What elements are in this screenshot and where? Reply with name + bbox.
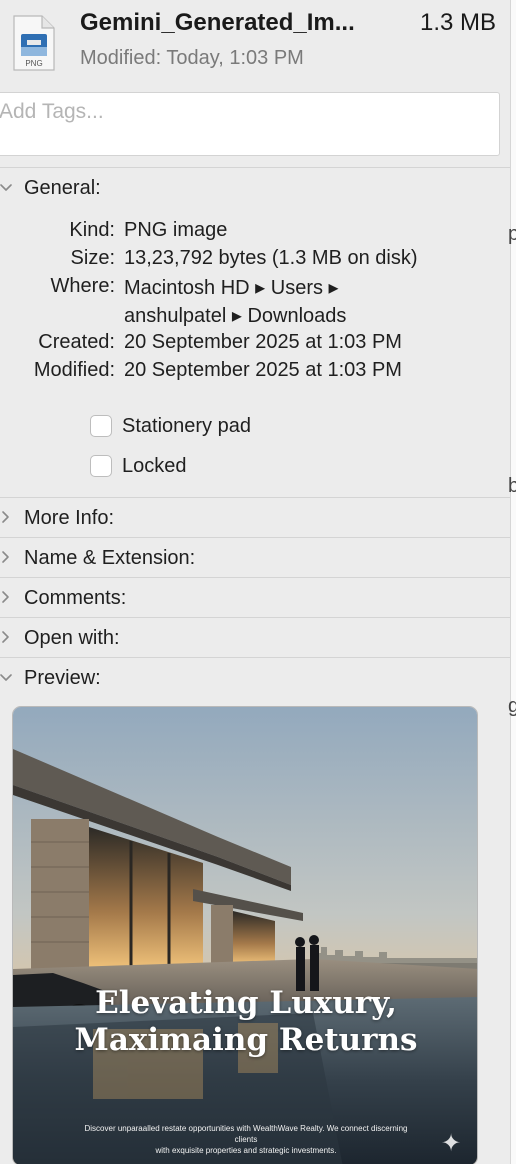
section-comments-label: Comments: bbox=[24, 587, 127, 609]
preview-subtext-line2: with exquisite properties and strategic … bbox=[155, 1146, 337, 1155]
sparkle-icon: ✦ bbox=[441, 1130, 462, 1157]
modified-summary-value: Today, 1:03 PM bbox=[166, 47, 304, 69]
preview-illustration bbox=[13, 707, 477, 1164]
chevron-down-icon bbox=[0, 674, 12, 681]
get-info-window: PNG Gemini_Generated_Im... 1.3 MB Modifi… bbox=[0, 0, 510, 1164]
info-header: PNG Gemini_Generated_Im... 1.3 MB Modifi… bbox=[0, 0, 510, 84]
png-file-icon[interactable]: PNG bbox=[12, 14, 56, 72]
chevron-right-icon bbox=[2, 511, 9, 523]
locked-option[interactable]: Locked bbox=[90, 453, 187, 479]
section-more-info-label: More Info: bbox=[24, 507, 115, 529]
chevron-right-icon bbox=[2, 591, 9, 603]
section-general[interactable]: General: bbox=[0, 169, 510, 207]
info-key: Modified: bbox=[33, 359, 115, 381]
divider bbox=[0, 537, 510, 538]
section-comments[interactable]: Comments: bbox=[0, 579, 510, 617]
info-value: 20 September 2025 at 1:03 PM bbox=[124, 331, 402, 353]
divider bbox=[0, 167, 510, 168]
info-value: 13,23,792 bytes (1.3 MB on disk) bbox=[124, 247, 418, 269]
section-open-with-label: Open with: bbox=[24, 627, 120, 649]
info-key: Kind: bbox=[69, 219, 115, 241]
divider bbox=[0, 577, 510, 578]
section-more-info[interactable]: More Info: bbox=[0, 499, 510, 537]
tags-input[interactable] bbox=[0, 97, 479, 127]
tags-field[interactable] bbox=[0, 92, 500, 156]
info-key: Where: bbox=[50, 275, 115, 297]
preview-image[interactable]: Elevating Luxury, Maximaing Returns Disc… bbox=[12, 706, 478, 1164]
divider bbox=[0, 617, 510, 618]
info-key: Size: bbox=[70, 247, 115, 269]
background-glyph: g bbox=[508, 695, 516, 717]
section-name-extension[interactable]: Name & Extension: bbox=[0, 539, 510, 577]
file-name: Gemini_Generated_Im... bbox=[80, 9, 355, 36]
chevron-right-icon bbox=[2, 551, 9, 563]
background-glyph: p bbox=[508, 223, 516, 245]
info-value: anshulpatel ▸ Downloads bbox=[124, 305, 347, 327]
preview-subtext: Discover unparaalled restate opportuniti… bbox=[73, 1123, 419, 1156]
preview-headline-line2: Maximaing Returns bbox=[74, 1022, 418, 1058]
preview-subtext-line1: Discover unparaalled restate opportuniti… bbox=[84, 1124, 408, 1144]
file-type-text: PNG bbox=[25, 59, 42, 68]
info-value: 20 September 2025 at 1:03 PM bbox=[124, 359, 402, 381]
divider bbox=[0, 657, 510, 658]
info-value: Macintosh HD ▸ Users ▸ bbox=[124, 277, 339, 299]
divider bbox=[0, 497, 510, 498]
info-key: Created: bbox=[38, 331, 115, 353]
locked-checkbox[interactable] bbox=[90, 455, 112, 477]
chevron-down-icon bbox=[0, 184, 12, 191]
section-open-with[interactable]: Open with: bbox=[0, 619, 510, 657]
info-value: PNG image bbox=[124, 219, 228, 241]
section-preview-label: Preview: bbox=[24, 667, 101, 689]
modified-summary: Modified: Today, 1:03 PM bbox=[80, 47, 304, 70]
background-glyph: b bbox=[508, 475, 516, 497]
section-general-label: General: bbox=[24, 177, 101, 199]
chevron-right-icon bbox=[2, 631, 9, 643]
file-size: 1.3 MB bbox=[419, 9, 496, 36]
section-name-extension-label: Name & Extension: bbox=[24, 547, 196, 569]
stationery-pad-option[interactable]: Stationery pad bbox=[90, 413, 251, 439]
section-preview[interactable]: Preview: bbox=[0, 659, 510, 697]
modified-summary-label: Modified: bbox=[80, 47, 162, 69]
stationery-pad-checkbox[interactable] bbox=[90, 415, 112, 437]
background-window-edge bbox=[510, 0, 516, 1164]
stationery-pad-label[interactable]: Stationery pad bbox=[122, 415, 251, 438]
locked-label[interactable]: Locked bbox=[122, 455, 187, 478]
preview-headline-line1: Elevating Luxury, bbox=[95, 985, 397, 1021]
preview-headline: Elevating Luxury, Maximaing Returns bbox=[13, 985, 477, 1059]
